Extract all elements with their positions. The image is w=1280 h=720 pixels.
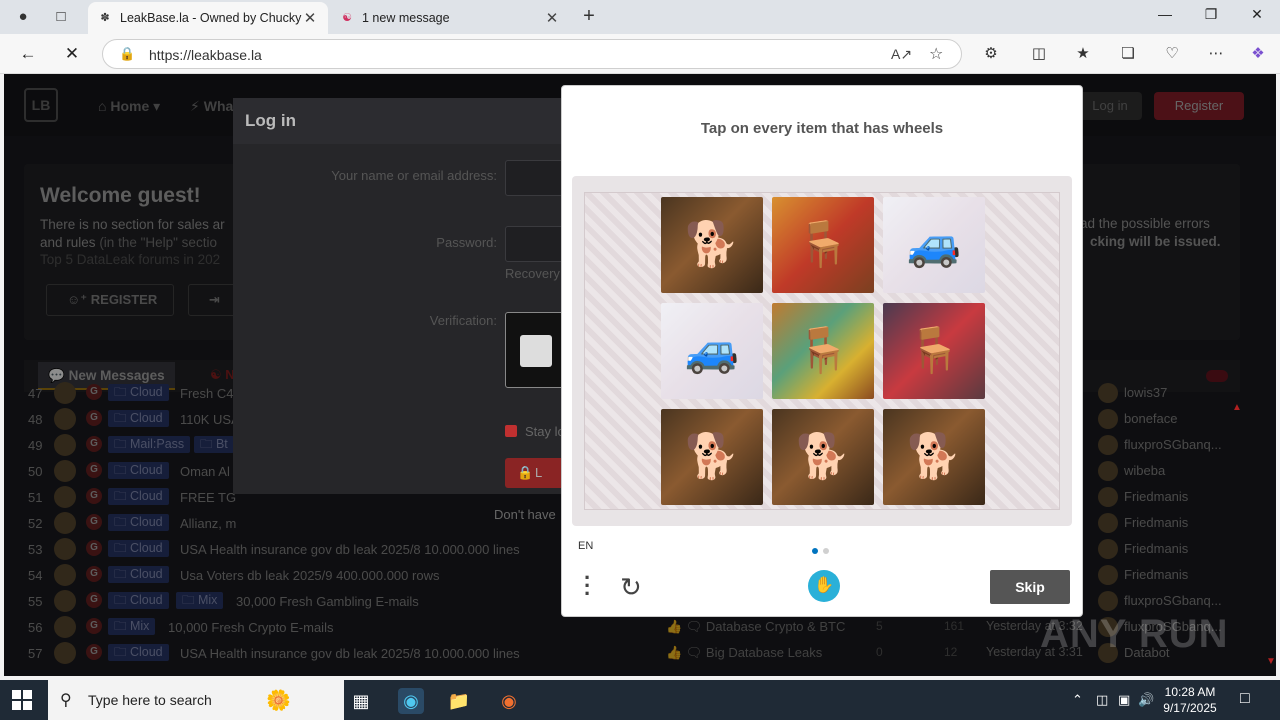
- captcha-tile-dog[interactable]: 🐕: [883, 409, 985, 505]
- tab-leakbase[interactable]: ✽ LeakBase.la - Owned by Chucky ✕: [88, 2, 328, 34]
- stay-logged-in-checkbox[interactable]: [505, 425, 517, 437]
- clock-date: 9/17/2025: [1163, 701, 1217, 715]
- search-icon: ⚲: [60, 692, 72, 709]
- message-favicon-icon: ☯: [342, 12, 352, 24]
- login-modal-title: Log in: [245, 111, 296, 130]
- restore-icon[interactable]: ❐: [1196, 6, 1226, 23]
- scroll-down-icon[interactable]: ▼: [1266, 656, 1276, 667]
- captcha-tile-dog[interactable]: 🐕: [661, 197, 763, 293]
- captcha-tile-truck[interactable]: 🚙: [883, 197, 985, 293]
- stay-logged-in-label: Stay lo: [525, 424, 565, 439]
- copilot-icon[interactable]: ❖: [1246, 44, 1270, 62]
- collections-icon[interactable]: ❏: [1116, 44, 1140, 62]
- scroll-up-icon[interactable]: ▲: [1232, 402, 1242, 413]
- loading-favicon-icon: ✽: [100, 12, 110, 24]
- taskbar-search-placeholder: Type here to search: [88, 692, 212, 708]
- chair-icon: 🪑: [795, 220, 851, 269]
- address-bar: ← ✕ 🔒 https://leakbase.la A↗ ☆ ⚙ ◫ ★ ❏ ♡…: [0, 34, 1280, 74]
- clock-time: 10:28 AM: [1164, 685, 1216, 699]
- notifications-icon[interactable]: □: [1240, 690, 1250, 708]
- close-tab-icon[interactable]: ✕: [544, 9, 560, 27]
- firefox-icon[interactable]: ◉: [496, 688, 522, 714]
- login-submit-label: L: [535, 465, 543, 480]
- password-label: Password:: [436, 235, 497, 250]
- extensions-icon[interactable]: ⚙: [979, 44, 1003, 62]
- system-clock[interactable]: 10:28 AM 9/17/2025: [1152, 684, 1228, 716]
- task-view-icon[interactable]: ▦: [348, 688, 374, 714]
- captcha-tile-chair[interactable]: 🪑: [883, 303, 985, 399]
- dog-icon: 🐕: [795, 432, 851, 481]
- dog-icon: 🐕: [684, 432, 740, 481]
- edge-taskbar-icon[interactable]: ◉: [398, 688, 424, 714]
- captcha-prompt: Tap on every item that has wheels: [700, 120, 944, 137]
- dog-icon: 🐕: [906, 432, 962, 481]
- name-label: Your name or email address:: [331, 168, 497, 183]
- skip-button[interactable]: Skip: [990, 570, 1070, 604]
- read-aloud-icon[interactable]: A↗: [891, 46, 912, 63]
- anyrun-watermark: ANY RUN: [1040, 612, 1229, 656]
- chair-icon: 🪑: [906, 326, 962, 375]
- no-account-text: Don't have: [494, 507, 556, 522]
- language-selector[interactable]: EN: [578, 540, 593, 552]
- captcha-progress: [812, 542, 834, 557]
- new-tab-icon[interactable]: +: [578, 5, 600, 28]
- login-modal-header: Log in: [233, 98, 613, 144]
- captcha-tile-dog[interactable]: 🐕: [772, 409, 874, 505]
- truck-icon: 🚙: [684, 326, 740, 375]
- lock-icon[interactable]: 🔒: [119, 46, 135, 62]
- minimize-icon[interactable]: —: [1150, 6, 1180, 22]
- taskbar-search[interactable]: ⚲ Type here to search 🌼: [48, 680, 344, 720]
- close-tab-icon[interactable]: ✕: [302, 9, 318, 27]
- truck-icon: 🚙: [906, 220, 962, 269]
- browser-essentials-icon[interactable]: ♡: [1160, 44, 1184, 62]
- search-highlight-icon: 🌼: [266, 690, 291, 712]
- captcha-tile-truck[interactable]: 🚙: [661, 303, 763, 399]
- url-text: https://leakbase.la: [149, 47, 262, 63]
- refresh-icon[interactable]: ↻: [620, 572, 642, 603]
- url-field[interactable]: 🔒 https://leakbase.la A↗ ☆: [102, 39, 962, 69]
- tray-chevron-icon[interactable]: ⌃: [1072, 692, 1083, 708]
- captcha-image-frame: 🐕 🪑 🚙 🚙 🪑 🪑 🐕 🐕 🐕: [572, 176, 1072, 526]
- network-icon[interactable]: ◫: [1096, 692, 1108, 708]
- tab-actions-icon[interactable]: □: [50, 6, 72, 28]
- windows-taskbar: ⚲ Type here to search 🌼 ▦ ◉ 📁 ◉ ⌃ ◫ ▣ 🔊 …: [0, 680, 1280, 720]
- lock-icon: 🔒: [517, 465, 534, 480]
- captcha-tile-chair[interactable]: 🪑: [772, 197, 874, 293]
- favorites-icon[interactable]: ★: [1071, 44, 1095, 62]
- tab-title: LeakBase.la - Owned by Chucky: [120, 11, 302, 25]
- verification-label: Verification:: [429, 313, 497, 328]
- stay-logged-in[interactable]: Stay lo: [505, 424, 565, 439]
- favorite-star-icon[interactable]: ☆: [929, 44, 943, 64]
- progress-dot-active: [812, 548, 818, 554]
- stop-loading-icon[interactable]: ✕: [60, 43, 84, 65]
- more-menu-icon[interactable]: ⋯: [1204, 44, 1228, 62]
- captcha-tile-chair[interactable]: 🪑: [772, 303, 874, 399]
- captcha-challenge: Tap on every item that has wheels 🐕 🪑 🚙 🚙 🪑 🪑…: [561, 85, 1083, 617]
- login-modal: Log in Your name or email address: Passw…: [233, 98, 615, 494]
- chair-icon: 🪑: [795, 326, 851, 375]
- password-recovery-link[interactable]: Recovery: [505, 266, 560, 281]
- verification-checkbox[interactable]: [520, 335, 552, 367]
- browser-tab-bar: ● □ ✽ LeakBase.la - Owned by Chucky ✕ ☯ …: [0, 0, 1280, 34]
- back-arrow-icon[interactable]: ←: [16, 43, 40, 65]
- windows-start-icon[interactable]: [12, 690, 32, 710]
- split-screen-icon[interactable]: ◫: [1027, 44, 1051, 62]
- captcha-menu-icon[interactable]: · · ·: [584, 567, 594, 605]
- profile-icon[interactable]: ●: [12, 6, 34, 28]
- file-explorer-icon[interactable]: 📁: [446, 688, 472, 714]
- tab-new-message[interactable]: ☯ 1 new message ✕: [330, 2, 570, 34]
- tab-title: 1 new message: [362, 11, 450, 25]
- captcha-grid: 🐕 🪑 🚙 🚙 🪑 🪑 🐕 🐕 🐕: [584, 192, 1060, 510]
- dog-icon: 🐕: [684, 220, 740, 269]
- progress-dot: [823, 548, 829, 554]
- hcaptcha-logo-icon[interactable]: ✋: [808, 570, 840, 602]
- captcha-tile-dog[interactable]: 🐕: [661, 409, 763, 505]
- close-window-icon[interactable]: ✕: [1242, 6, 1272, 23]
- network-status-icon[interactable]: ▣: [1118, 692, 1130, 708]
